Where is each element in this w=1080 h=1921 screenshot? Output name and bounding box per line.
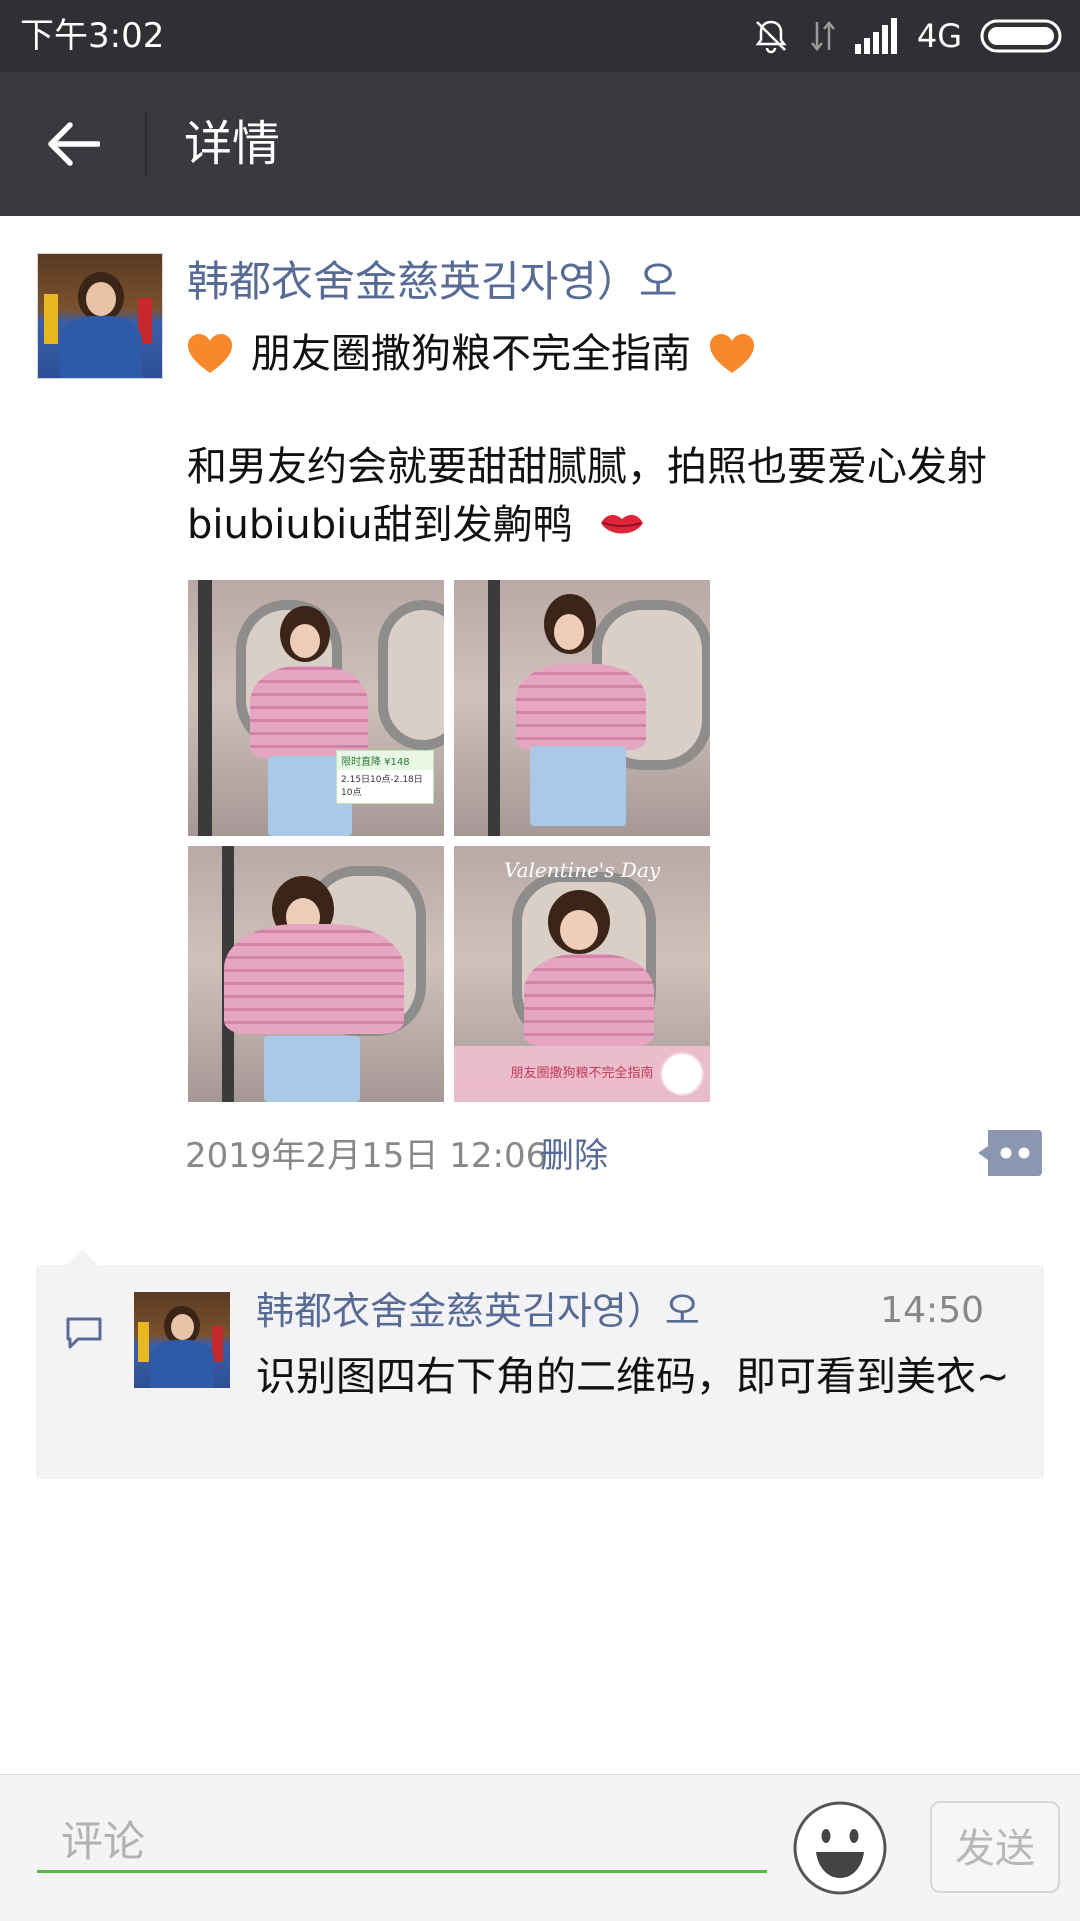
post-author-name[interactable]: 韩都衣舍金慈英김자영）오 — [187, 256, 678, 308]
avatar-face — [86, 282, 116, 316]
post-body-line: 和男友约会就要甜甜腻腻，拍照也要爱心发射 — [187, 444, 987, 490]
valentines-overlay: Valentine's Day — [504, 858, 661, 882]
avatar-face — [171, 1314, 194, 1340]
delete-link[interactable]: 删除 — [540, 1128, 608, 1184]
comment-time: 14:50 — [880, 1290, 984, 1331]
network-type: 4G — [916, 17, 962, 55]
photo-detail — [290, 624, 320, 658]
avatar-bg-detail — [44, 294, 58, 344]
orange-heart-icon — [188, 334, 232, 373]
photo-detail — [198, 580, 212, 836]
post-photo[interactable]: 限时直降 ¥148 2.15日10点-2.18日10点 — [188, 580, 444, 836]
smiley-icon[interactable] — [792, 1800, 888, 1896]
photo-detail — [524, 954, 654, 1046]
comment-input-bar: 发送 — [0, 1774, 1080, 1921]
photo-grid: 限时直降 ¥148 2.15日10点-2.18日10点 Valentine's … — [188, 580, 712, 1102]
avatar-body — [150, 1340, 214, 1388]
post-subtitle-text: 朋友圈撒狗粮不完全指南 — [251, 331, 691, 377]
post-photo[interactable] — [188, 846, 444, 1102]
mute-icon — [755, 20, 787, 54]
status-time: 下午3:02 — [20, 16, 165, 56]
comment-text: 识别图四右下角的二维码，即可看到美衣~ — [256, 1354, 1010, 1400]
signal-icon — [854, 18, 897, 54]
photo-detail — [554, 614, 584, 650]
more-dots-icon[interactable] — [976, 1130, 1042, 1176]
status-bar: 下午3:02 4G — [0, 0, 1080, 72]
price-tag-title: 限时直降 ¥148 — [337, 751, 433, 770]
qr-code-icon[interactable] — [660, 1052, 704, 1096]
photo-detail — [250, 666, 368, 758]
back-button[interactable] — [38, 114, 108, 174]
photo-detail — [378, 600, 444, 750]
price-tag: 限时直降 ¥148 2.15日10点-2.18日10点 — [336, 750, 434, 804]
battery-icon — [980, 19, 1062, 53]
post-subtitle: 朋友圈撒狗粮不完全指南 — [187, 328, 755, 380]
photo-detail — [264, 1036, 360, 1102]
photo-detail — [516, 664, 646, 750]
data-arrows-icon — [810, 21, 835, 51]
avatar-bg-detail — [138, 1322, 149, 1362]
send-button[interactable]: 发送 — [930, 1801, 1060, 1893]
post-body: 和男友约会就要甜甜腻腻，拍照也要爱心发射 biubiubiu甜到发齁鸭 — [187, 438, 1047, 554]
avatar-body — [60, 316, 142, 378]
post-photo[interactable] — [454, 580, 710, 836]
comment-caret — [66, 1249, 98, 1265]
comment-author-avatar[interactable] — [134, 1292, 230, 1388]
photo-detail — [530, 746, 626, 826]
lips-icon — [600, 514, 643, 534]
photo-detail — [560, 910, 598, 950]
post-photo[interactable]: Valentine's Day 朋友圈撒狗粮不完全指南 — [454, 846, 710, 1102]
arrow-left-icon — [48, 122, 100, 166]
post-author-avatar[interactable] — [37, 253, 163, 379]
orange-heart-icon — [710, 334, 754, 373]
comment-author-name[interactable]: 韩都衣舍金慈英김자영）오 — [256, 1285, 700, 1337]
price-tag-sub: 2.15日10点-2.18日10点 — [341, 775, 423, 798]
post-body-text: biubiubiu甜到发齁鸭 — [187, 502, 573, 548]
toolbar-divider — [145, 112, 147, 176]
post-timestamp: 2019年2月15日 12:06 — [185, 1136, 548, 1176]
comment-input[interactable] — [37, 1813, 767, 1873]
status-icons: 4G — [751, 14, 1062, 58]
page-title: 详情 — [184, 116, 281, 172]
photo-detail — [224, 924, 404, 1034]
comment-icon — [66, 1317, 102, 1349]
title-bar: 详情 — [0, 72, 1080, 216]
photo-detail — [488, 580, 500, 836]
post-body-line: biubiubiu甜到发齁鸭 — [187, 496, 1047, 554]
